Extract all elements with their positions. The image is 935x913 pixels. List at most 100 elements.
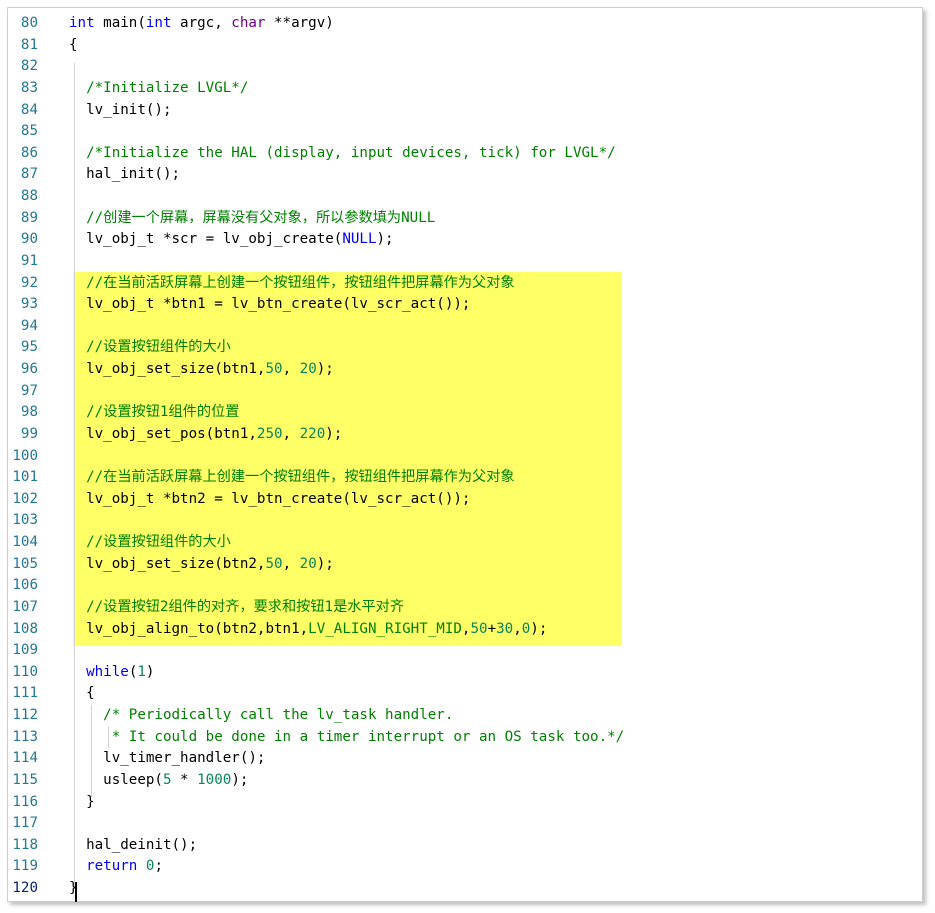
line-number: 84 [20,101,38,118]
code-line[interactable]: 87 hal_init(); [8,164,922,186]
code-line[interactable]: 84 lv_init(); [8,100,922,122]
code-token: return [86,858,138,875]
code-token: 1000 [197,771,232,788]
code-line[interactable]: 103 [8,510,922,532]
code-line[interactable]: 95 //设置按钮组件的大小 [8,337,922,359]
code-token: ); [316,555,334,572]
code-token: lv_obj_set_size(btn2, [69,555,266,572]
line-text: lv_init(); [69,100,172,122]
line-number: 104 [12,534,38,550]
line-number: 114 [12,750,38,767]
line-text: //设置按钮组件的大小 [69,532,231,554]
line-number: 93 [20,296,38,313]
line-number: 103 [12,512,38,529]
code-line[interactable]: 105 lv_obj_set_size(btn2,50, 20); [8,554,922,576]
code-token: 220 [299,425,326,442]
code-line[interactable]: 112 /* Periodically call the lv_task han… [8,705,922,727]
line-number: 102 [12,490,38,507]
code-line[interactable]: 102 lv_obj_t *btn2 = lv_btn_create(lv_sc… [8,489,922,511]
code-line[interactable]: 92 //在当前活跃屏幕上创建一个按钮组件，按钮组件把屏幕作为父对象 [8,273,922,295]
code-token: lv_obj_t *btn1 = lv_btn_create(lv_scr_ac… [69,296,471,313]
line-text: } [69,792,95,814]
code-line[interactable]: 101 //在当前活跃屏幕上创建一个按钮组件，按钮组件把屏幕作为父对象 [8,467,922,489]
code-line[interactable]: 116 } [8,792,922,814]
line-text: /*Initialize LVGL*/ [69,78,248,100]
code-line[interactable]: 120} [8,878,922,900]
code-token: /* Periodically call the lv_task handler… [103,707,454,723]
line-text: lv_obj_set_pos(btn1,250, 220); [69,424,342,446]
code-line[interactable]: 88 [8,186,922,208]
code-token: main( [94,15,146,31]
code-line[interactable]: 98 //设置按钮1组件的位置 [8,402,922,424]
code-token: //设置按钮2组件的对齐，要求和按钮1是水平对齐 [86,598,405,615]
code-line[interactable]: 91 [8,251,922,273]
code-line[interactable]: 81 { [8,35,922,57]
code-line[interactable]: 94 [8,316,922,338]
line-text: //创建一个屏幕，屏幕没有父对象，所以参数填为NULL [69,208,435,230]
line-text: lv_obj_t *btn1 = lv_btn_create(lv_scr_ac… [69,294,470,316]
code-token: //创建一个屏幕，屏幕没有父对象，所以参数填为NULL [86,209,436,226]
code-token: LV_ALIGN_RIGHT_MID [308,620,462,637]
line-number: 119 [12,858,38,875]
code-line[interactable]: 109 [8,640,922,662]
code-token: lv_obj_align_to(btn2,btn1, [69,620,309,637]
code-line[interactable]: 119 return 0; [8,856,922,878]
code-line[interactable]: 115 usleep(5 * 1000); [8,770,922,792]
line-number: 90 [20,231,38,248]
text-cursor [75,882,77,902]
code-line[interactable]: 118 hal_deinit(); [8,835,922,857]
line-number: 88 [20,188,38,204]
code-token: , [282,555,300,572]
line-text: hal_init(); [69,164,180,186]
code-token: int [145,15,172,31]
code-line[interactable]: 108 lv_obj_align_to(btn2,btn1,LV_ALIGN_R… [8,619,922,641]
code-line[interactable]: 100 [8,446,922,468]
line-number: 113 [12,728,38,745]
code-token: //设置按钮1组件的位置 [86,404,240,421]
line-text: usleep(5 * 1000); [69,770,248,792]
line-text: //在当前活跃屏幕上创建一个按钮组件，按钮组件把屏幕作为父对象 [69,273,515,295]
code-line[interactable]: 110 while(1) [8,662,922,684]
code-line[interactable]: 106 [8,575,922,597]
line-number: 81 [20,36,38,53]
code-line[interactable]: 96 lv_obj_set_size(btn1,50, 20); [8,359,922,381]
code-token: { [69,685,95,702]
code-line[interactable]: 99 lv_obj_set_pos(btn1,250, 220); [8,424,922,446]
code-line[interactable]: 83 /*Initialize LVGL*/ [8,78,922,100]
code-area[interactable]: 80 int main(int argc, char **argv) 81 {82 83… [8,13,922,900]
code-line[interactable]: 107 //设置按钮2组件的对齐，要求和按钮1是水平对齐 [8,597,922,619]
line-text: lv_obj_set_size(btn1,50, 20); [69,359,334,381]
code-line[interactable]: 80 int main(int argc, char **argv) [8,13,922,35]
code-line[interactable]: 117 [8,813,922,835]
code-line[interactable]: 111 { [8,683,922,705]
code-line[interactable]: 113 * It could be done in a timer interr… [8,727,922,749]
code-line[interactable]: 93 lv_obj_t *btn1 = lv_btn_create(lv_scr… [8,294,922,316]
code-token: 30 [496,620,514,637]
code-token: ) [145,663,155,680]
code-line[interactable]: 85 [8,121,922,143]
code-line[interactable]: 97 [8,381,922,403]
code-line[interactable]: 89 //创建一个屏幕，屏幕没有父对象，所以参数填为NULL [8,208,922,230]
code-line[interactable]: 82 [8,56,922,78]
code-line[interactable]: 104 //设置按钮组件的大小 [8,532,922,554]
line-number: 109 [12,642,38,659]
code-token: lv_obj_t *btn2 = lv_btn_create(lv_scr_ac… [69,490,471,507]
line-text: lv_obj_align_to(btn2,btn1,LV_ALIGN_RIGHT… [69,619,547,641]
code-line[interactable]: 114 lv_timer_handler(); [8,748,922,770]
line-number: 98 [20,404,38,421]
line-number: 116 [12,793,38,810]
line-number: 94 [20,317,38,334]
code-token: 20 [299,555,317,572]
code-token: lv_init(); [69,101,172,118]
code-line[interactable]: 90 lv_obj_t *scr = lv_obj_create(NULL); [8,229,922,251]
code-token: ; [154,858,163,875]
code-token: ); [231,771,249,788]
code-line[interactable]: 86 /*Initialize the HAL (display, input … [8,143,922,165]
